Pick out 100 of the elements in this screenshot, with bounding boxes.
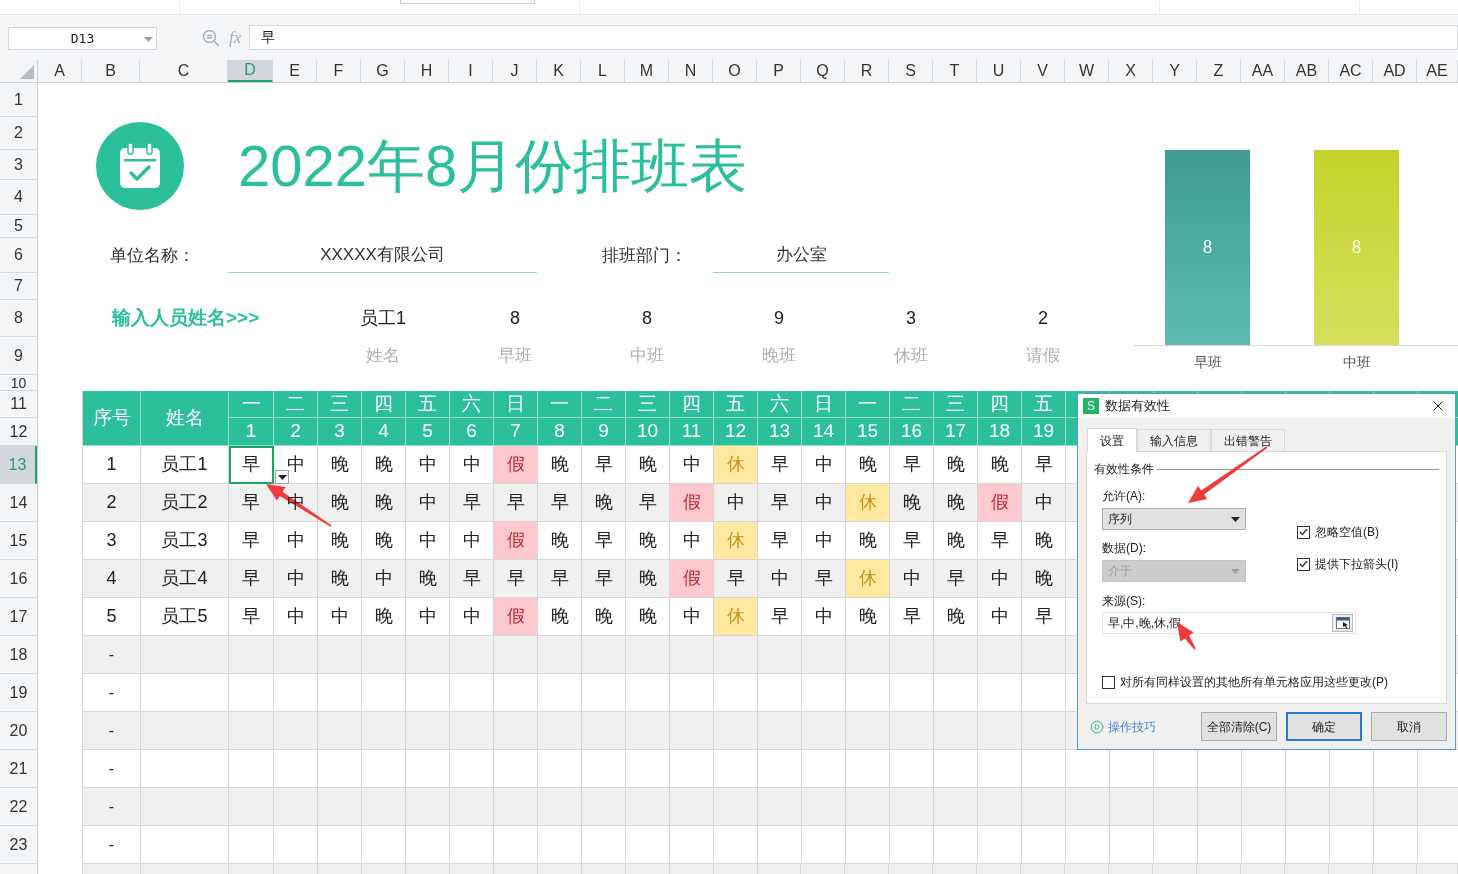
weekday-cell: 三	[318, 391, 362, 418]
checkbox[interactable]	[1297, 557, 1310, 571]
column-header[interactable]: P	[757, 60, 801, 82]
shift-cell[interactable]: 假	[494, 522, 538, 560]
row-header[interactable]: 5	[0, 215, 37, 238]
row-header[interactable]: 8	[0, 300, 37, 337]
axis-label: 中班	[1342, 354, 1371, 370]
row-header[interactable]: 11	[0, 391, 37, 418]
axis-label: 早班	[1193, 354, 1222, 370]
summary-label: 姓名	[366, 345, 400, 368]
column-header[interactable]: T	[933, 60, 977, 82]
column-header[interactable]: F	[317, 60, 361, 82]
dialog-button[interactable]: 全部清除(C)	[1201, 712, 1277, 741]
row-header[interactable]: 2	[0, 117, 37, 150]
row-header[interactable]: 20	[0, 712, 37, 750]
date-cell: 19	[1022, 418, 1066, 446]
column-header[interactable]: X	[1109, 60, 1153, 82]
column-header[interactable]: R	[845, 60, 889, 82]
sheet-title: 2022年8月份排班表	[238, 137, 748, 195]
column-header[interactable]: Y	[1153, 60, 1197, 82]
summary-label: 中班	[630, 345, 664, 368]
select-field[interactable]: 序列	[1102, 508, 1246, 530]
weekday-cell: 五	[406, 391, 450, 418]
column-header[interactable]: AA	[1241, 60, 1285, 82]
checkbox[interactable]	[1102, 675, 1115, 689]
column-header[interactable]: O	[713, 60, 757, 82]
column-header[interactable]: J	[493, 60, 537, 82]
column-header[interactable]: Z	[1197, 60, 1241, 82]
summary-label: 请假	[1026, 345, 1060, 368]
date-cell: 10	[626, 418, 670, 446]
row-header[interactable]: 19	[0, 674, 37, 712]
row-header[interactable]: 22	[0, 788, 37, 826]
date-cell: 17	[934, 418, 978, 446]
company-field[interactable]: XXXXX有限公司	[228, 238, 537, 273]
shift-cell[interactable]: 假	[670, 484, 714, 522]
shift-cell[interactable]: 假	[670, 560, 714, 598]
tips-link[interactable]: 操作技巧	[1090, 717, 1156, 736]
column-header[interactable]: V	[1021, 60, 1065, 82]
shift-cell[interactable]: 假	[978, 484, 1022, 522]
department-label: 排班部门：	[602, 244, 687, 267]
column-header[interactable]: K	[537, 60, 581, 82]
date-cell: 8	[538, 418, 582, 446]
row-header[interactable]: 21	[0, 750, 37, 788]
shift-cell[interactable]: 早	[229, 446, 274, 484]
dialog-tab[interactable]: 出错警告	[1211, 429, 1285, 451]
ribbon-field[interactable]	[400, 0, 535, 4]
column-header[interactable]: G	[361, 60, 405, 82]
dialog-button[interactable]: 确定	[1286, 712, 1362, 741]
date-cell: 6	[450, 418, 494, 446]
row-header[interactable]: 16	[0, 560, 37, 598]
row-header[interactable]: 9	[0, 337, 37, 375]
row-header[interactable]: 3	[0, 150, 37, 180]
column-header[interactable]: AC	[1329, 60, 1373, 82]
row-header[interactable]: 4	[0, 180, 37, 215]
column-header[interactable]: H	[405, 60, 449, 82]
name-prompt: 输入人员姓名>>>	[112, 306, 260, 331]
column-header[interactable]: N	[669, 60, 713, 82]
column-header[interactable]: U	[977, 60, 1021, 82]
row-header[interactable]: 1	[0, 83, 37, 117]
dialog-button[interactable]: 取消	[1371, 712, 1447, 741]
row-header[interactable]: 18	[0, 636, 37, 674]
date-cell: 3	[318, 418, 362, 446]
checkbox-label: 忽略空值(B)	[1315, 524, 1379, 541]
play-icon	[1090, 719, 1104, 734]
column-header[interactable]: L	[581, 60, 625, 82]
field-label: 允许(A):	[1102, 488, 1147, 505]
formula-field[interactable]: 早	[249, 25, 1458, 50]
range-picker-button[interactable]	[1332, 614, 1353, 632]
summary-label: 晚班	[762, 345, 796, 368]
department-field[interactable]: 办公室	[713, 238, 889, 273]
data-label: 8	[1351, 236, 1362, 257]
column-header[interactable]: I	[449, 60, 493, 82]
row-header[interactable]: 15	[0, 522, 37, 560]
dialog-tab[interactable]: 设置	[1087, 428, 1137, 452]
weekday-cell: 六	[758, 391, 802, 418]
checkbox[interactable]	[1297, 525, 1310, 539]
column-header[interactable]: M	[625, 60, 669, 82]
dropdown-button[interactable]	[275, 470, 289, 484]
weekday-cell: 三	[626, 391, 670, 418]
column-header[interactable]: B	[82, 60, 140, 82]
shift-cell[interactable]: 假	[494, 446, 538, 484]
row-header[interactable]: 10	[0, 375, 37, 391]
dialog-tab[interactable]: 输入信息	[1137, 429, 1211, 451]
column-header[interactable]: AD	[1373, 60, 1417, 82]
row-header[interactable]: 14	[0, 484, 37, 522]
column-header[interactable]: AE	[1417, 60, 1458, 82]
date-cell: 13	[758, 418, 802, 446]
row-header[interactable]: 23	[0, 826, 37, 864]
column-header[interactable]: E	[273, 60, 317, 82]
row-header[interactable]: 7	[0, 273, 37, 300]
column-header[interactable]: S	[889, 60, 933, 82]
column-header[interactable]: AB	[1285, 60, 1329, 82]
column-header[interactable]: W	[1065, 60, 1109, 82]
row-header[interactable]: 6	[0, 238, 37, 273]
row-header[interactable]: 17	[0, 598, 37, 636]
column-header[interactable]: Q	[801, 60, 845, 82]
shift-cell[interactable]: 假	[494, 598, 538, 636]
summary-label: 休班	[894, 345, 928, 368]
name-box[interactable]: D13	[8, 27, 157, 50]
column-header[interactable]: A	[38, 60, 82, 82]
